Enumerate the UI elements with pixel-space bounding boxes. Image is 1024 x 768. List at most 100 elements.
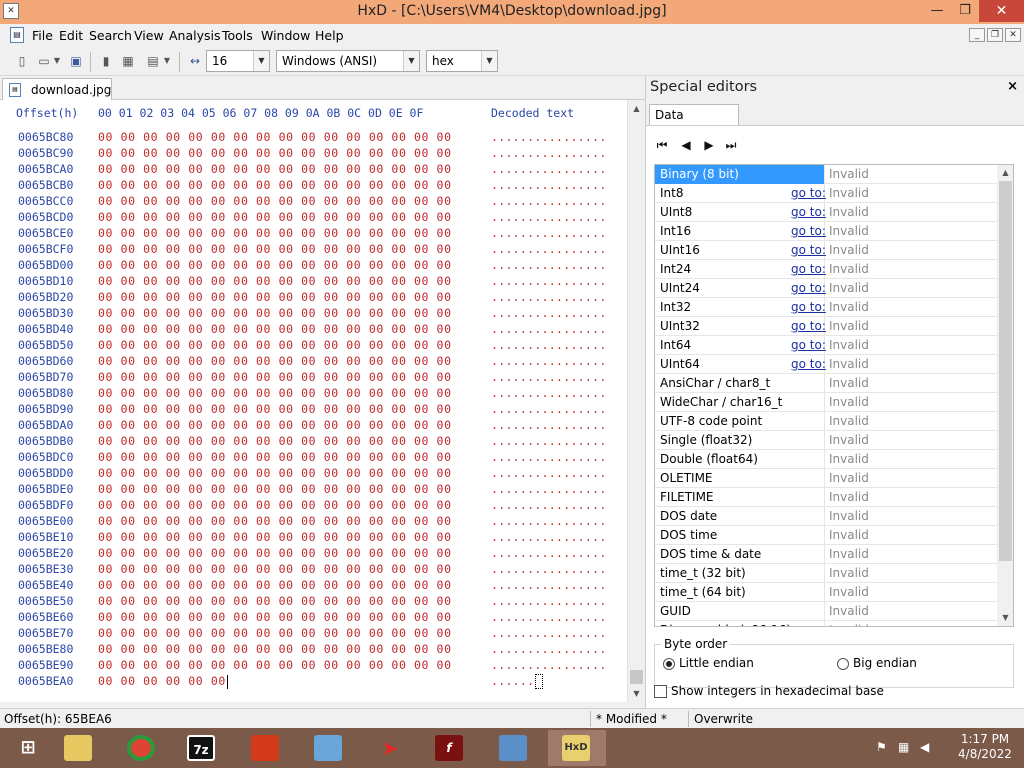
type-value[interactable]: Invalid [829,583,869,601]
hex-row[interactable]: 0065BEA0 00 00 00 00 00 00...... [0,674,627,690]
mdi-restore-button[interactable]: ❐ [987,28,1003,42]
row-bytes[interactable]: 00 00 00 00 00 00 00 00 00 00 00 00 00 0… [98,354,452,368]
hex-row[interactable]: 0065BDF0 00 00 00 00 00 00 00 00 00 00 00… [0,498,627,514]
data-inspector-row[interactable]: FILETIME Invalid [655,488,997,507]
row-decoded-text[interactable]: ................ [491,290,607,304]
goto-link[interactable]: go to: [791,317,826,335]
row-bytes[interactable]: 00 00 00 00 00 00 00 00 00 00 00 00 00 0… [98,626,452,640]
data-inspector-row[interactable]: UInt24 go to: Invalid [655,279,997,298]
menu-tools[interactable]: Tools [222,28,253,43]
type-value[interactable]: Invalid [829,431,869,449]
grid-vertical-scrollbar[interactable]: ▲ ▼ [997,165,1013,626]
hex-row[interactable]: 0065BE60 00 00 00 00 00 00 00 00 00 00 00… [0,610,627,626]
goto-link[interactable]: go to: [791,355,826,373]
hex-row[interactable]: 0065BCD0 00 00 00 00 00 00 00 00 00 00 00… [0,210,627,226]
open-folder-icon[interactable]: ▭ [36,53,52,69]
hex-row[interactable]: 0065BE90 00 00 00 00 00 00 00 00 00 00 00… [0,658,627,674]
hex-row[interactable]: 0065BDC0 00 00 00 00 00 00 00 00 00 00 00… [0,450,627,466]
row-decoded-text[interactable]: ................ [491,402,607,416]
row-bytes[interactable]: 00 00 00 00 00 00 00 00 00 00 00 00 00 0… [98,338,452,352]
data-inspector-row[interactable]: WideChar / char16_t Invalid [655,393,997,412]
hex-vertical-scrollbar[interactable]: ▲ ▼ [627,100,645,702]
last-icon[interactable]: ⏭ [723,137,739,153]
row-decoded-text[interactable]: ................ [491,658,607,672]
row-decoded-text[interactable]: ................ [491,610,607,624]
row-decoded-text[interactable]: ................ [491,450,607,464]
row-decoded-text[interactable]: ................ [491,466,607,480]
data-inspector-row[interactable]: time_t (64 bit) Invalid [655,583,997,602]
row-decoded-text[interactable]: ................ [491,306,607,320]
row-bytes[interactable]: 00 00 00 00 00 00 00 00 00 00 00 00 00 0… [98,210,452,224]
goto-link[interactable]: go to: [791,279,826,297]
next-icon[interactable]: ▶ [701,137,717,153]
delete-icon[interactable]: ▮ [98,53,114,69]
hex-row[interactable]: 0065BD30 00 00 00 00 00 00 00 00 00 00 00… [0,306,627,322]
row-decoded-text[interactable]: ................ [491,498,607,512]
copy-dropdown-icon[interactable]: ▼ [162,53,172,69]
row-decoded-text[interactable]: ................ [491,130,607,144]
type-value[interactable]: Invalid [829,336,869,354]
type-value[interactable]: Invalid [829,260,869,278]
volume-icon[interactable]: ◀ [920,740,929,754]
copy-icon[interactable]: ▤ [145,53,161,69]
scroll-up-icon[interactable]: ▲ [628,100,645,117]
little-endian-radio[interactable] [663,658,675,670]
hex-row[interactable]: 0065BDD0 00 00 00 00 00 00 00 00 00 00 00… [0,466,627,482]
data-inspector-row[interactable]: UInt64 go to: Invalid [655,355,997,374]
taskbar-clock[interactable]: 1:17 PM 4/8/2022 [950,732,1020,764]
first-icon[interactable]: ⏮ [654,137,670,153]
row-bytes[interactable]: 00 00 00 00 00 00 00 00 00 00 00 00 00 0… [98,434,452,448]
charset-select[interactable]: Windows (ANSI) ▼ [276,50,420,72]
type-value[interactable]: Invalid [829,222,869,240]
row-decoded-text[interactable]: ................ [491,434,607,448]
hex-row[interactable]: 0065BE40 00 00 00 00 00 00 00 00 00 00 00… [0,578,627,594]
hex-integers-label[interactable]: Show integers in hexadecimal base [671,684,884,698]
taskbar-7zip[interactable]: 7z [173,730,231,766]
row-bytes[interactable]: 00 00 00 00 00 00 00 00 00 00 00 00 00 0… [98,386,452,400]
hex-row[interactable]: 0065BDA0 00 00 00 00 00 00 00 00 00 00 00… [0,418,627,434]
type-value[interactable]: Invalid [829,355,869,373]
hex-row[interactable]: 0065BD00 00 00 00 00 00 00 00 00 00 00 00… [0,258,627,274]
type-value[interactable]: Invalid [829,602,869,620]
chevron-down-icon[interactable]: ▼ [481,51,497,71]
hex-row[interactable]: 0065BD70 00 00 00 00 00 00 00 00 00 00 00… [0,370,627,386]
type-value[interactable]: Invalid [829,621,869,626]
row-bytes[interactable]: 00 00 00 00 00 00 00 00 00 00 00 00 00 0… [98,594,452,608]
minimize-button[interactable]: — [920,0,954,22]
row-bytes[interactable]: 00 00 00 00 00 00 00 00 00 00 00 00 00 0… [98,290,452,304]
data-inspector-row[interactable]: OLETIME Invalid [655,469,997,488]
row-bytes[interactable]: 00 00 00 00 00 00 00 00 00 00 00 00 00 0… [98,130,452,144]
row-decoded-text[interactable]: ................ [491,386,607,400]
data-inspector-row[interactable]: GUID Invalid [655,602,997,621]
flag-icon[interactable]: ⚑ [876,740,887,754]
hex-row[interactable]: 0065BE70 00 00 00 00 00 00 00 00 00 00 00… [0,626,627,642]
data-inspector-row[interactable]: Int8 go to: Invalid [655,184,997,203]
type-value[interactable]: Invalid [829,317,869,335]
hex-row[interactable]: 0065BC90 00 00 00 00 00 00 00 00 00 00 00… [0,146,627,162]
scroll-thumb[interactable] [630,670,643,684]
hex-row[interactable]: 0065BDE0 00 00 00 00 00 00 00 00 00 00 00… [0,482,627,498]
type-value[interactable]: Invalid [829,279,869,297]
hex-row[interactable]: 0065BDB0 00 00 00 00 00 00 00 00 00 00 00… [0,434,627,450]
type-value[interactable]: Invalid [829,545,869,563]
data-inspector-row[interactable]: AnsiChar / char8_t Invalid [655,374,997,393]
hex-editor[interactable]: Offset(h) 00 01 02 03 04 05 06 07 08 09 … [0,100,627,702]
goto-link[interactable]: go to: [791,336,826,354]
type-value[interactable]: Invalid [829,412,869,430]
row-decoded-text[interactable]: ................ [491,162,607,176]
type-value[interactable]: Invalid [829,488,869,506]
hex-row[interactable]: 0065BE00 00 00 00 00 00 00 00 00 00 00 00… [0,514,627,530]
menu-window[interactable]: Window [261,28,310,43]
previous-icon[interactable]: ◀ [678,137,694,153]
hex-row[interactable]: 0065BD90 00 00 00 00 00 00 00 00 00 00 00… [0,402,627,418]
open-dropdown-icon[interactable]: ▼ [52,53,62,69]
tab-data-inspector[interactable]: Data inspector [649,104,739,142]
taskbar-flash[interactable]: f [421,730,479,766]
taskbar-hxd[interactable]: HxD [548,730,606,766]
mdi-minimize-button[interactable]: _ [969,28,985,42]
type-value[interactable]: Invalid [829,203,869,221]
row-decoded-text[interactable]: ................ [491,418,607,432]
row-bytes[interactable]: 00 00 00 00 00 00 00 00 00 00 00 00 00 0… [98,146,452,160]
menu-analysis[interactable]: Analysis [169,28,221,43]
row-decoded-text[interactable]: ................ [491,338,607,352]
